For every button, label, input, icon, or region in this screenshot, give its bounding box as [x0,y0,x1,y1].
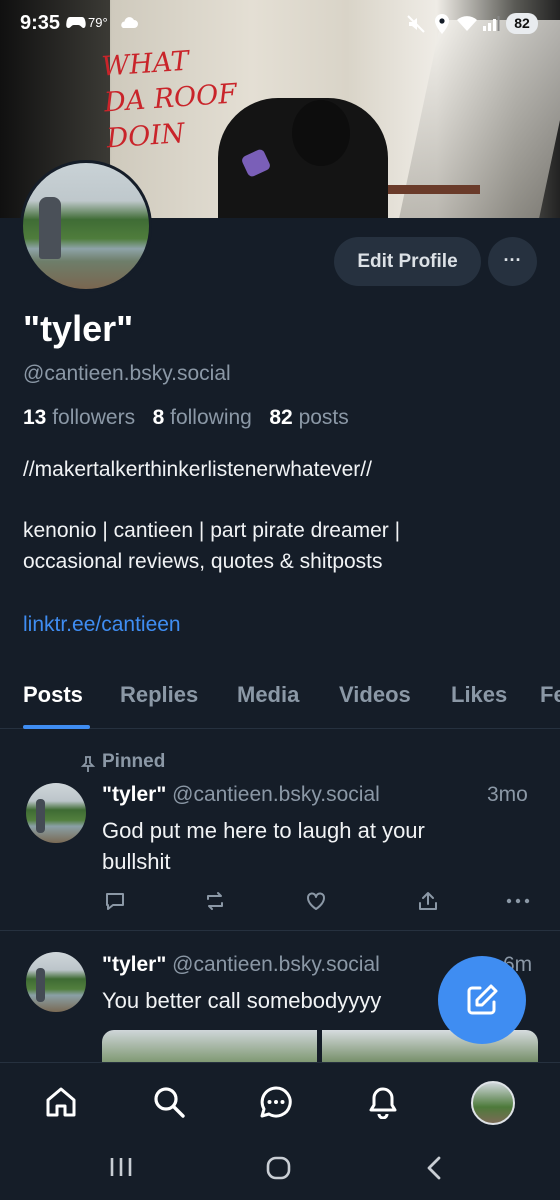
location-icon [434,13,450,40]
tab-videos[interactable]: Videos [339,682,411,708]
battery-indicator: 82 [506,13,538,34]
bottom-navigation [0,1062,560,1147]
followers-stat[interactable]: 13 followers [23,406,135,429]
post-time: 3mo [487,783,528,806]
post-text-line: God put me here to laugh at your [102,818,425,843]
posts-count: 82 [269,406,293,429]
profile-tabs: Posts Replies Media Videos Likes Fe [0,676,560,729]
bio-line: occasional reviews, quotes & shitposts [23,550,383,573]
bio-line: //makertalkerthinkerlistenerwhatever// [23,458,372,481]
post-author: "tyler" [102,783,167,806]
post-avatar[interactable] [26,952,86,1012]
posts-stat: 82 posts [269,406,348,429]
system-navigation-bar [0,1146,560,1200]
profile-avatar[interactable] [20,160,152,292]
post-author: "tyler" [102,953,167,976]
cloud-icon [118,15,138,34]
active-tab-indicator [23,725,90,729]
status-bar: 9:35 79° 82 [0,0,560,48]
tab-posts[interactable]: Posts [23,682,83,708]
post-divider [0,930,560,931]
profile-more-button[interactable]: ··· [488,237,537,286]
tab-replies[interactable]: Replies [120,682,198,708]
chat-icon[interactable] [259,1085,293,1124]
gamepad-icon [66,14,86,35]
edit-profile-button[interactable]: Edit Profile [334,237,481,286]
status-weather: 79° [88,15,108,30]
back-icon[interactable] [424,1155,444,1186]
mute-icon [406,14,426,39]
post-more-icon[interactable] [505,889,531,918]
following-count: 8 [152,406,165,429]
post-author-line[interactable]: "tyler" @cantieen.bsky.social [102,953,380,977]
compose-icon [464,982,500,1023]
pin-icon [80,755,96,778]
tab-likes[interactable]: Likes [451,682,507,708]
following-label: following [170,406,252,429]
wifi-icon [456,14,478,37]
pinned-label: Pinned [102,751,166,772]
bell-icon[interactable] [366,1085,400,1124]
bio-link[interactable]: linktr.ee/cantieen [23,613,181,637]
display-name: "tyler" [23,308,134,349]
repost-icon[interactable] [203,889,227,918]
search-icon[interactable] [152,1085,186,1124]
post-avatar[interactable] [26,783,86,843]
home-button-icon[interactable] [266,1156,292,1185]
post-author-line[interactable]: "tyler" @cantieen.bsky.social [102,783,380,807]
following-stat[interactable]: 8 following [153,406,252,429]
compose-button[interactable] [438,956,526,1044]
heart-icon[interactable] [304,889,328,918]
home-icon[interactable] [44,1085,78,1124]
more-icon: ··· [503,250,522,270]
banner-graffiti: WHAT DA ROOF DOIN [100,45,238,155]
bio-line: kenonio | cantieen | part pirate dreamer… [23,519,401,542]
tab-feeds[interactable]: Fe [540,682,560,708]
post-text-line: You better call somebodyyyy [102,988,382,1013]
post-handle: @cantieen.bsky.social [172,783,380,806]
post-text: God put me here to laugh at your bullshi… [102,815,425,877]
reply-icon[interactable] [103,889,127,918]
post-text: You better call somebodyyyy [102,985,381,1016]
profile-handle: @cantieen.bsky.social [23,362,231,385]
signal-icon [482,15,500,37]
post-text-line: bullshit [102,849,171,874]
profile-stats: 13 followers 8 following 82 posts [23,406,349,430]
followers-count: 13 [23,406,47,429]
profile-nav-avatar[interactable] [471,1081,515,1125]
tab-media[interactable]: Media [237,682,299,708]
followers-label: followers [52,406,136,429]
posts-label: posts [298,406,349,429]
recent-apps-icon[interactable] [108,1156,134,1183]
post-handle: @cantieen.bsky.social [172,953,380,976]
status-time: 9:35 [20,12,61,34]
share-icon[interactable] [416,889,440,918]
